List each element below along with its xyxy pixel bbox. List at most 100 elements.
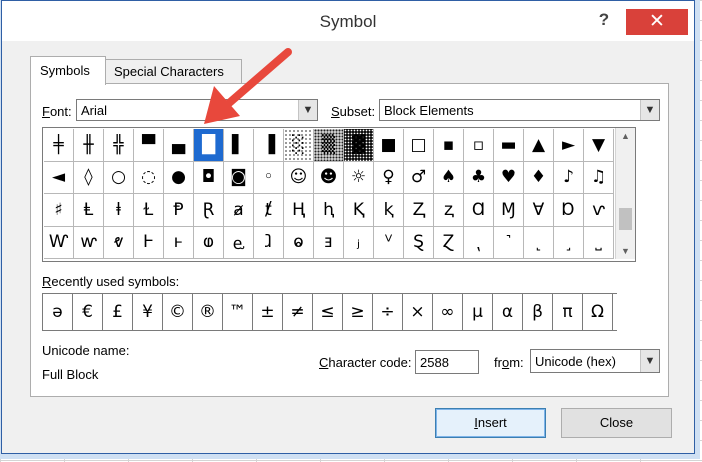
recent-symbol-cell[interactable]: ≥ bbox=[343, 294, 373, 330]
symbol-cell[interactable]: ⱷ bbox=[194, 226, 224, 259]
symbol-cell[interactable]: ⱻ bbox=[314, 226, 344, 259]
symbol-cell[interactable]: ▼ bbox=[584, 129, 614, 162]
symbol-cell[interactable]: ⱹ bbox=[254, 226, 284, 259]
symbol-cell[interactable]: ▫ bbox=[464, 129, 494, 162]
symbol-cell[interactable]: ▬ bbox=[494, 129, 524, 162]
symbol-cell[interactable]: ☻ bbox=[314, 161, 344, 194]
symbol-cell[interactable]: ˻ bbox=[524, 226, 554, 259]
symbol-cell[interactable]: ♪ bbox=[554, 161, 584, 194]
symbol-cell[interactable]: Ɒ bbox=[554, 194, 584, 227]
insert-button[interactable]: Insert bbox=[435, 408, 546, 438]
character-code-input[interactable] bbox=[416, 352, 478, 372]
recent-symbol-cell[interactable]: π bbox=[553, 294, 583, 330]
close-window-button[interactable]: ✕ bbox=[626, 9, 688, 35]
symbol-cell[interactable]: Ɫ bbox=[134, 194, 164, 227]
recent-symbol-cell[interactable]: ÷ bbox=[373, 294, 403, 330]
symbol-cell[interactable]: ▲ bbox=[524, 129, 554, 162]
symbol-cell[interactable]: ⱼ bbox=[344, 226, 374, 259]
subset-select[interactable]: Block Elements ▼ bbox=[379, 99, 660, 121]
symbol-cell[interactable]: ⱶ bbox=[164, 226, 194, 259]
symbol-cell[interactable]: ⱴ bbox=[104, 226, 134, 259]
recent-symbol-cell[interactable]: © bbox=[163, 294, 193, 330]
symbol-cell[interactable]: Ⱡ bbox=[74, 194, 104, 227]
symbol-cell[interactable]: ▪ bbox=[434, 129, 464, 162]
recent-symbol-cell[interactable]: Ω bbox=[583, 294, 613, 330]
symbol-cell[interactable]: ◄ bbox=[44, 161, 74, 194]
symbol-cell[interactable]: ♂ bbox=[404, 161, 434, 194]
symbol-cell[interactable]: Ɽ bbox=[194, 194, 224, 227]
scroll-down-icon[interactable]: ▼ bbox=[616, 243, 635, 259]
symbol-cell[interactable]: ♣ bbox=[464, 161, 494, 194]
recent-symbol-cell[interactable]: ≤ bbox=[313, 294, 343, 330]
symbol-cell[interactable]: ○ bbox=[104, 161, 134, 194]
symbol-cell[interactable]: ⱳ bbox=[74, 226, 104, 259]
symbol-cell[interactable]: Ᵽ bbox=[164, 194, 194, 227]
symbol-cell[interactable]: ░ bbox=[284, 129, 314, 162]
recent-symbol-cell[interactable]: ™ bbox=[223, 294, 253, 330]
symbol-cell[interactable]: ⱽ bbox=[374, 226, 404, 259]
symbol-cell[interactable]: ◘ bbox=[194, 161, 224, 194]
symbol-cell[interactable]: ▓ bbox=[344, 129, 374, 162]
symbol-cell[interactable]: ● bbox=[164, 161, 194, 194]
help-button[interactable]: ? bbox=[592, 10, 616, 32]
tab-special-characters[interactable]: Special Characters bbox=[104, 59, 242, 84]
recent-symbol-cell[interactable]: ® bbox=[193, 294, 223, 330]
from-select[interactable]: Unicode (hex) ▼ bbox=[530, 349, 660, 373]
symbol-cell[interactable]: ▒ bbox=[314, 129, 344, 162]
symbol-cell[interactable]: ♀ bbox=[374, 161, 404, 194]
symbol-cell[interactable]: ˽ bbox=[584, 226, 614, 259]
symbol-cell[interactable]: ▌ bbox=[224, 129, 254, 162]
symbol-cell[interactable]: Ɱ bbox=[494, 194, 524, 227]
symbol-cell[interactable]: ⱡ bbox=[104, 194, 134, 227]
symbol-cell[interactable]: ⹁ bbox=[464, 226, 494, 259]
recent-symbol-cell[interactable]: ± bbox=[253, 294, 283, 330]
symbol-cell[interactable]: ♦ bbox=[524, 161, 554, 194]
recent-symbol-cell[interactable]: ə bbox=[43, 294, 73, 330]
symbol-cell[interactable]: ⱬ bbox=[434, 194, 464, 227]
symbol-cell[interactable]: ╫ bbox=[74, 129, 104, 162]
symbol-cell[interactable]: ◙ bbox=[224, 161, 254, 194]
symbol-cell[interactable]: Ɀ bbox=[434, 226, 464, 259]
symbol-cell[interactable]: ▄ bbox=[164, 129, 194, 162]
symbol-cell[interactable]: ╬ bbox=[104, 129, 134, 162]
symbol-cell[interactable]: Ⱨ bbox=[284, 194, 314, 227]
symbol-cell[interactable]: ♥ bbox=[494, 161, 524, 194]
scroll-up-icon[interactable]: ▲ bbox=[616, 128, 635, 144]
symbol-cell[interactable]: ⱸ bbox=[224, 226, 254, 259]
symbol-cell[interactable]: ▐ bbox=[254, 129, 284, 162]
symbol-cell[interactable]: ⱺ bbox=[284, 226, 314, 259]
recent-symbol-cell[interactable]: £ bbox=[103, 294, 133, 330]
tab-symbols[interactable]: Symbols bbox=[30, 56, 106, 85]
symbol-cell[interactable]: ♠ bbox=[434, 161, 464, 194]
symbol-cell[interactable]: ˺ bbox=[494, 226, 524, 259]
symbol-cell[interactable]: Ⱳ bbox=[44, 226, 74, 259]
recent-symbol-cell[interactable]: ≠ bbox=[283, 294, 313, 330]
recent-symbol-cell[interactable]: × bbox=[403, 294, 433, 330]
recent-symbol-cell[interactable]: β bbox=[523, 294, 553, 330]
close-button[interactable]: Close bbox=[561, 408, 672, 438]
symbol-cell[interactable]: □ bbox=[404, 129, 434, 162]
recent-symbol-cell[interactable]: µ bbox=[463, 294, 493, 330]
symbol-cell[interactable]: ► bbox=[554, 129, 584, 162]
symbol-cell[interactable]: Ⱶ bbox=[134, 226, 164, 259]
recent-symbol-cell[interactable]: α bbox=[493, 294, 523, 330]
symbol-cell[interactable]: ˼ bbox=[554, 226, 584, 259]
symbol-cell[interactable]: Ⱬ bbox=[404, 194, 434, 227]
symbol-cell[interactable]: ◦ bbox=[254, 161, 284, 194]
symbol-cell[interactable]: ■ bbox=[374, 129, 404, 162]
symbol-cell[interactable]: Ⱪ bbox=[344, 194, 374, 227]
recent-symbol-cell[interactable]: ∞ bbox=[433, 294, 463, 330]
symbol-cell[interactable]: ⱥ bbox=[224, 194, 254, 227]
symbol-cell[interactable]: ◌ bbox=[134, 161, 164, 194]
symbol-cell[interactable]: Ȿ bbox=[404, 226, 434, 259]
symbol-grid-scrollbar[interactable]: ▲ ▼ bbox=[615, 128, 635, 259]
recent-symbol-cell[interactable]: ¥ bbox=[133, 294, 163, 330]
symbol-cell[interactable]: ♯ bbox=[44, 194, 74, 227]
recent-symbol-cell[interactable]: € bbox=[73, 294, 103, 330]
font-select[interactable]: Arial ▼ bbox=[76, 99, 318, 121]
symbol-cell[interactable]: ☼ bbox=[344, 161, 374, 194]
symbol-cell[interactable]: ♫ bbox=[584, 161, 614, 194]
symbol-cell[interactable]: ⱱ bbox=[584, 194, 614, 227]
symbol-cell[interactable]: ⱨ bbox=[314, 194, 344, 227]
symbol-cell[interactable]: ⱪ bbox=[374, 194, 404, 227]
